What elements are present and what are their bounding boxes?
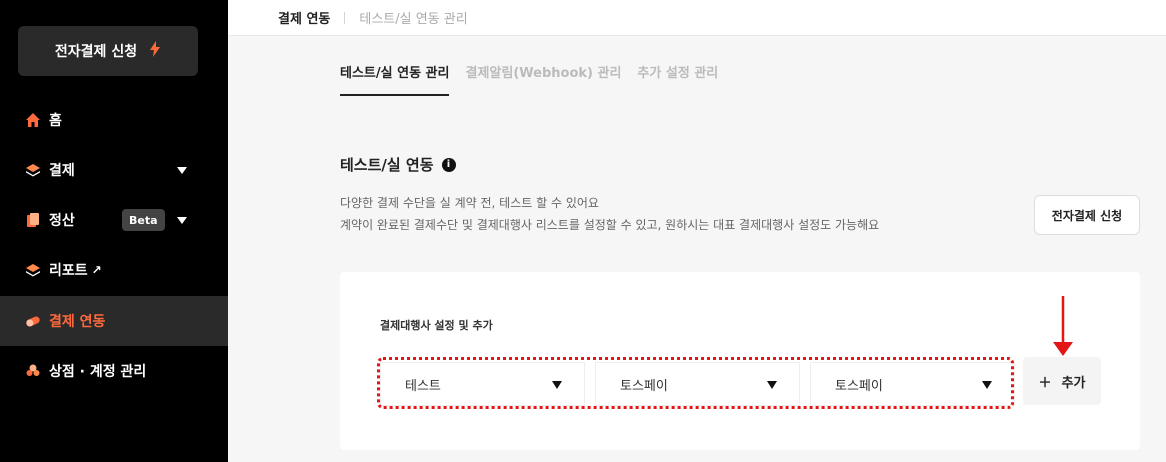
plus-icon: ＋	[1038, 375, 1052, 391]
add-button[interactable]: ＋ 추가	[1023, 357, 1101, 405]
layers-icon	[25, 162, 41, 178]
sidebar-item-payment[interactable]: 결제	[0, 145, 228, 195]
arrow-down-icon	[1053, 296, 1073, 356]
card-label: 결제대행사 설정 및 추가	[380, 319, 493, 332]
highlight-box	[377, 357, 1014, 409]
sidebar-item-label: 홈	[49, 113, 62, 129]
tab-webhook[interactable]: 결제알림(Webhook) 관리	[465, 62, 621, 96]
sidebar-item-report[interactable]: 리포트 ↗	[0, 245, 228, 295]
apply-payment-button[interactable]: 전자결제 신청	[18, 26, 198, 76]
tab-bar: 테스트/실 연동 관리 결제알림(Webhook) 관리 추가 설정 관리	[340, 62, 718, 96]
breadcrumb-current[interactable]: 결제 연동	[278, 8, 330, 27]
chevron-down-icon[interactable]	[177, 167, 187, 174]
sidebar-item-label: 정산	[49, 213, 75, 229]
sidebar-item-settlement[interactable]: 정산 Beta	[0, 195, 228, 245]
breadcrumb-divider	[344, 11, 346, 24]
pg-settings-card: 결제대행사 설정 및 추가 테스트 토스페이 토스페이 ＋ 추가	[340, 272, 1140, 450]
sidebar-item-label: 결제 연동	[49, 314, 106, 330]
sidebar-item-label: 리포트	[49, 263, 88, 279]
sidebar-item-home[interactable]: 홈	[0, 95, 228, 145]
users-icon	[25, 363, 41, 379]
home-icon	[25, 112, 41, 128]
section-description-2: 계약이 완료된 결제수단 및 결제대행사 리스트를 설정할 수 있고, 원하시는…	[340, 218, 880, 232]
apply-button-label: 전자결제 신청	[54, 44, 138, 60]
breadcrumb-sub[interactable]: 테스트/실 연동 관리	[359, 8, 467, 27]
external-link-icon: ↗	[91, 263, 102, 277]
sidebar-item-label: 상점 · 계정 관리	[49, 364, 147, 380]
sidebar-item-integration[interactable]: 결제 연동	[0, 296, 228, 346]
apply-payment-button-secondary[interactable]: 전자결제 신청	[1034, 195, 1140, 235]
sidebar: 전자결제 신청 홈 결제 정산 Beta 리포트 ↗ 결제 연동 상점 · 계정…	[0, 0, 228, 462]
add-button-label: 추가	[1061, 375, 1086, 391]
beta-badge: Beta	[122, 209, 165, 231]
tab-test-live[interactable]: 테스트/실 연동 관리	[340, 62, 450, 96]
breadcrumb: 결제 연동 테스트/실 연동 관리	[228, 0, 1166, 36]
layers-icon	[25, 262, 41, 278]
sidebar-item-label: 결제	[49, 163, 75, 179]
tab-extra-settings[interactable]: 추가 설정 관리	[637, 62, 718, 96]
pill-icon	[25, 313, 41, 329]
section-title-text: 테스트/실 연동	[340, 156, 434, 174]
sidebar-item-store-account[interactable]: 상점 · 계정 관리	[0, 346, 228, 396]
document-icon	[25, 212, 41, 228]
chevron-down-icon[interactable]	[177, 217, 187, 224]
lightning-icon	[149, 41, 161, 61]
info-icon[interactable]: i	[441, 157, 456, 172]
section-description-1: 다양한 결제 수단을 실 계약 전, 테스트 할 수 있어요	[340, 196, 599, 210]
section-title: 테스트/실 연동 i	[340, 154, 456, 175]
